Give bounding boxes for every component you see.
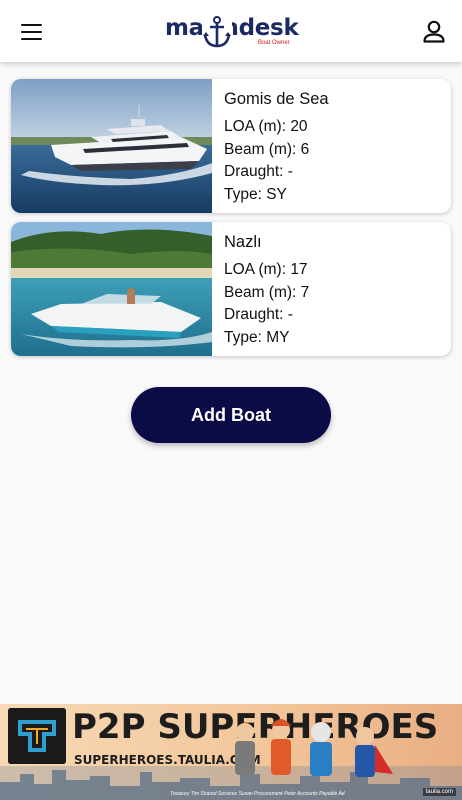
boat-type: Type: MY [224, 328, 290, 346]
person-icon[interactable] [418, 16, 450, 48]
boat-beam: Beam (m): 6 [224, 140, 310, 158]
boat-photo [11, 222, 212, 356]
boat-beam: Beam (m): 7 [224, 283, 310, 301]
ad-captions: Treasury Tim Shared Services Susan Procu… [170, 791, 345, 797]
hamburger-menu-icon[interactable] [14, 17, 48, 47]
ad-heroes-illustration [235, 719, 393, 777]
boat-info: Nazlı LOA (m): 17 Beam (m): 7 Draught: -… [224, 232, 443, 349]
taulia-logo-icon [8, 708, 66, 764]
boat-draught: Draught: - [224, 306, 293, 323]
menu-line [21, 23, 42, 26]
anchor-icon [202, 15, 232, 49]
boat-photo [11, 79, 212, 213]
logo-subtitle: Boat Owner [258, 40, 290, 46]
menu-line [21, 38, 42, 41]
add-boat-button[interactable]: Add Boat [131, 387, 331, 443]
app-bar: marindesk Boat Owner [0, 0, 462, 62]
boat-draught: Draught: - [224, 163, 293, 180]
boat-list: Gomis de Sea LOA (m): 20 Beam (m): 6 Dra… [11, 79, 451, 365]
menu-line [21, 30, 42, 34]
app-logo: marindesk Boat Owner [165, 13, 300, 53]
ad-banner[interactable]: P2P SUPERHEROES SUPERHEROES.TAULIA.COM T… [0, 704, 462, 800]
boat-loa: LOA (m): 17 [224, 261, 308, 278]
ad-badge: taulia.com [422, 788, 456, 796]
boat-loa: LOA (m): 20 [224, 118, 308, 135]
boat-info: Gomis de Sea LOA (m): 20 Beam (m): 6 Dra… [224, 89, 443, 206]
boat-name: Gomis de Sea [224, 90, 329, 108]
boat-type: Type: SY [224, 185, 287, 203]
boat-card[interactable]: Gomis de Sea LOA (m): 20 Beam (m): 6 Dra… [11, 79, 451, 213]
boat-card[interactable]: Nazlı LOA (m): 17 Beam (m): 7 Draught: -… [11, 222, 451, 356]
boat-name: Nazlı [224, 233, 262, 251]
